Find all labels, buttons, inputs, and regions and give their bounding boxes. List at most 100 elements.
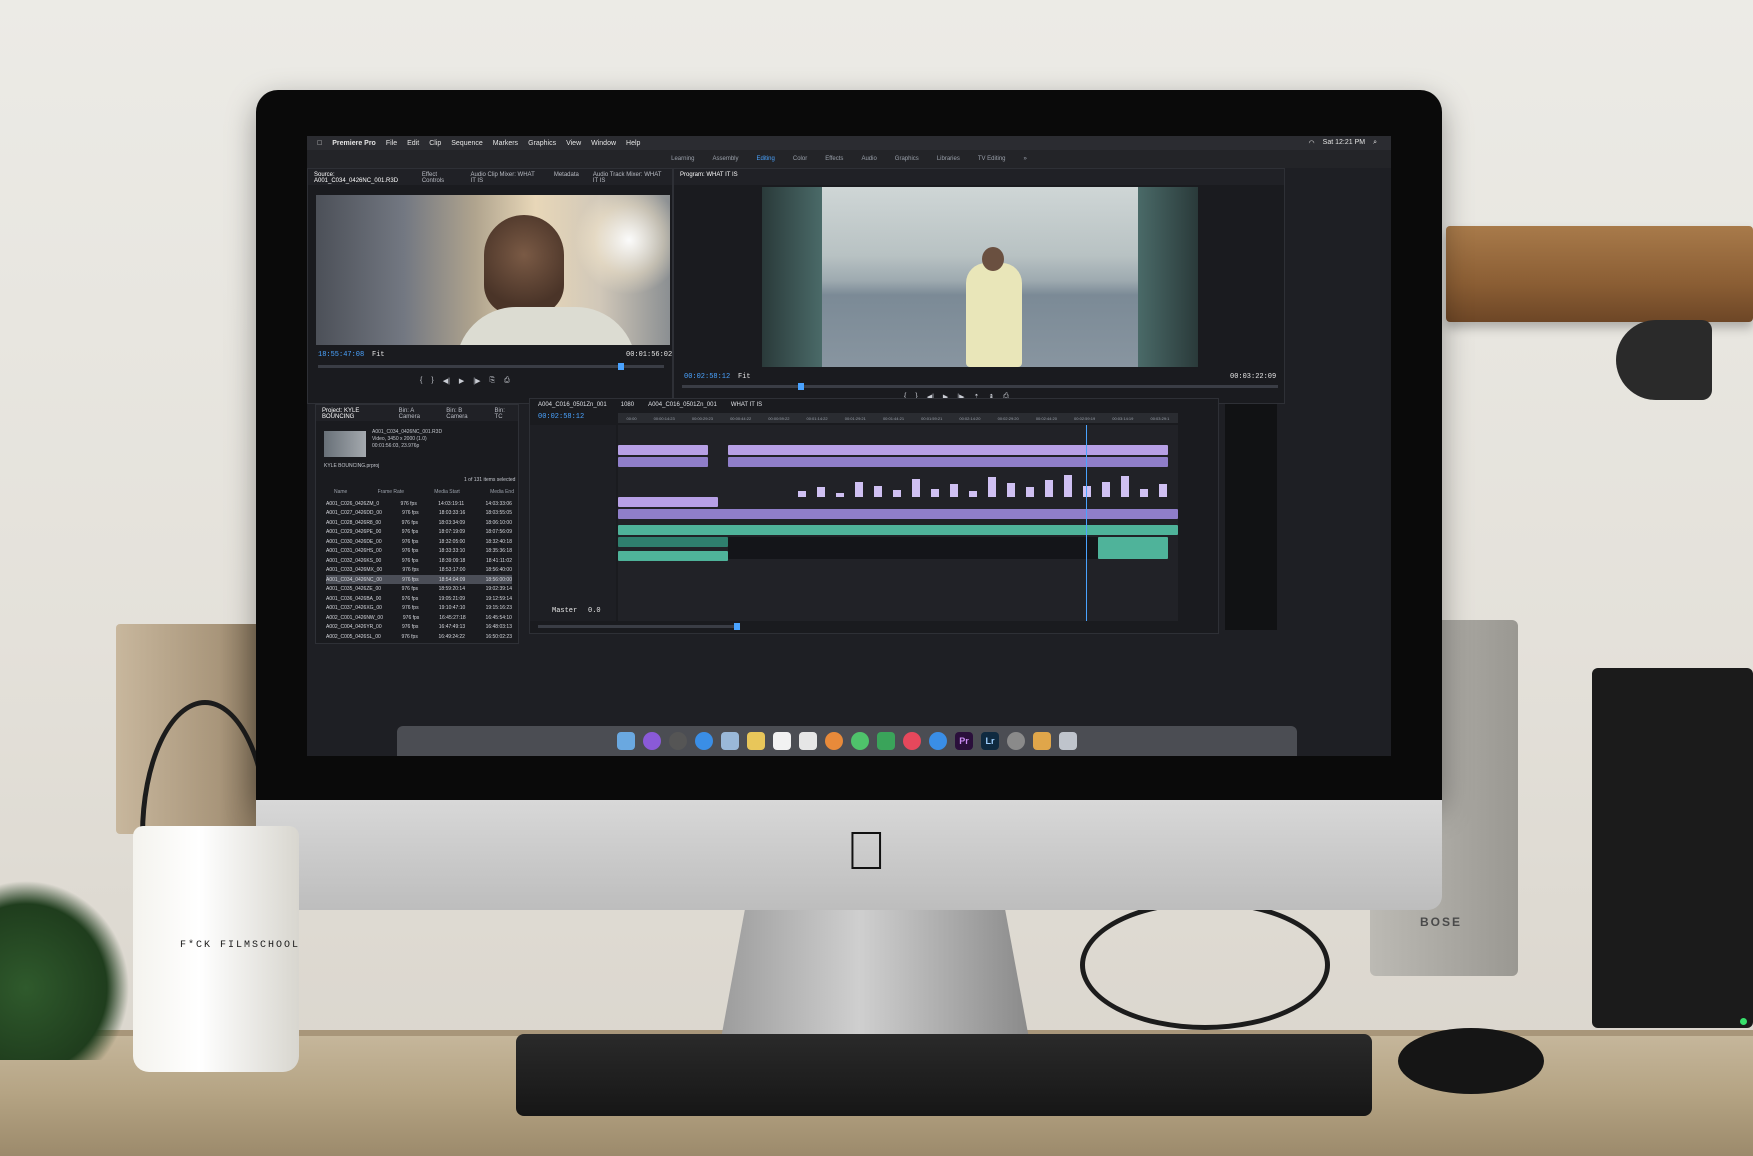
table-row[interactable]: A001_C028_0426R8_00 976 fps 18:03:34:09 18:…: [326, 518, 512, 527]
trash-icon[interactable]: [1059, 732, 1077, 750]
tab-metadata[interactable]: Metadata: [554, 172, 579, 182]
numbers-icon[interactable]: [877, 732, 895, 750]
col-media-start[interactable]: Media Start: [434, 489, 460, 495]
source-zoom-select[interactable]: Fit: [372, 351, 385, 359]
menu-graphics[interactable]: Graphics: [528, 140, 556, 147]
menubar-clock[interactable]: Sat 12:21 PM: [1323, 139, 1365, 147]
program-scrubber[interactable]: [682, 383, 1278, 390]
timeline-zoom-scroll[interactable]: [538, 623, 740, 630]
tab-audio-clip-mixer[interactable]: Audio Clip Mixer: WHAT IT IS: [471, 172, 540, 184]
apple-menu-icon[interactable]: : [317, 140, 322, 147]
more-workspaces-icon[interactable]: »: [1024, 156, 1027, 162]
menu-view[interactable]: View: [566, 140, 581, 147]
table-row[interactable]: A001_C032_0426KS_00 976 fps 18:39:09:18 18:…: [326, 556, 512, 565]
table-row[interactable]: A001_C029_0426PE_00 976 fps 18:07:19:09 18:…: [326, 528, 512, 537]
workspace-tab-assembly[interactable]: Assembly: [712, 156, 738, 162]
safari-icon[interactable]: [695, 732, 713, 750]
tab-source[interactable]: Source: A001_C034_0426NC_001.R3D: [314, 172, 408, 184]
folder-icon[interactable]: [1033, 732, 1051, 750]
launchpad-icon[interactable]: [669, 732, 687, 750]
premiere-pro-icon[interactable]: Pr: [955, 732, 973, 750]
menu-clip[interactable]: Clip: [429, 140, 441, 147]
source-timecode[interactable]: 18:55:47:08: [318, 351, 364, 359]
siri-icon[interactable]: [643, 732, 661, 750]
tab-bin-a[interactable]: Bin: A Camera: [399, 408, 433, 420]
workspace-tab-learning[interactable]: Learning: [671, 156, 694, 162]
table-row[interactable]: A001_C030_0426DE_00 976 fps 18:32:05:00 18:…: [326, 537, 512, 546]
table-row[interactable]: A001_C034_0426NC_00 976 fps 18:54:04:09 18:…: [326, 575, 512, 584]
workspace-tab-color[interactable]: Color: [793, 156, 807, 162]
photos-icon[interactable]: [825, 732, 843, 750]
menu-sequence[interactable]: Sequence: [451, 140, 483, 147]
table-row[interactable]: A001_C035_0426ZE_00 976 fps 18:59:20:14 19:…: [326, 585, 512, 594]
menu-file[interactable]: File: [386, 140, 397, 147]
audio-clip[interactable]: [618, 537, 728, 547]
table-row[interactable]: A001_C026_0426ZM_0 976 fps 14:03:19:11 14:0…: [326, 499, 512, 508]
system-preferences-icon[interactable]: [1007, 732, 1025, 750]
workspace-tab-graphics[interactable]: Graphics: [895, 156, 919, 162]
reminders-icon[interactable]: [799, 732, 817, 750]
menu-app-name[interactable]: Premiere Pro: [332, 140, 376, 147]
menu-edit[interactable]: Edit: [407, 140, 419, 147]
lightroom-icon[interactable]: Lr: [981, 732, 999, 750]
mark-in-icon[interactable]: {: [420, 377, 422, 385]
title-clip[interactable]: [618, 509, 1178, 519]
workspace-tab-tv-editing[interactable]: TV Editing: [978, 156, 1006, 162]
mail-icon[interactable]: [721, 732, 739, 750]
audio-clip[interactable]: [1098, 537, 1168, 559]
col-name[interactable]: Name: [334, 489, 347, 495]
calendar-icon[interactable]: [773, 732, 791, 750]
source-video-frame[interactable]: [316, 195, 670, 345]
step-forward-icon[interactable]: |▶: [473, 377, 480, 385]
table-row[interactable]: A002_C005_0426SL_00 976 fps 16:49:24:22 16:…: [326, 632, 512, 641]
program-video-frame[interactable]: [762, 187, 1198, 367]
tab-sequence-1[interactable]: A004_C016_0501Zn_001: [538, 402, 607, 408]
tab-sequence-active[interactable]: WHAT IT IS: [731, 402, 762, 408]
tab-bin-b[interactable]: Bin: B Camera: [446, 408, 480, 420]
messages-icon[interactable]: [851, 732, 869, 750]
workspace-tab-audio[interactable]: Audio: [861, 156, 876, 162]
table-row[interactable]: A001_C037_0426XG_00 976 fps 19:10:47:10 19:…: [326, 604, 512, 613]
program-timecode[interactable]: 00:02:58:12: [684, 373, 730, 381]
workspace-tab-editing[interactable]: Editing: [757, 156, 775, 162]
step-back-icon[interactable]: ◀|: [443, 377, 450, 385]
audio-clip[interactable]: [618, 525, 1178, 535]
source-scrubber[interactable]: [318, 363, 664, 370]
video-clip[interactable]: [728, 445, 1168, 455]
col-media-end[interactable]: Media End: [490, 489, 514, 495]
title-clip[interactable]: [618, 497, 718, 507]
tab-audio-track-mixer[interactable]: Audio Track Mixer: WHAT IT IS: [593, 172, 666, 184]
search-icon[interactable]: ⌕: [1373, 139, 1377, 147]
timeline-tracks[interactable]: [618, 425, 1178, 621]
timeline-playhead[interactable]: [1085, 425, 1087, 621]
timeline-ruler[interactable]: 00:00 00:00:14:23 00:00:29:23 00:00:44:22 00…: [618, 413, 1178, 423]
tab-project[interactable]: Project: KYLE BOUNCING: [322, 408, 385, 420]
tab-sequence-3[interactable]: A004_C016_0501Zn_001: [648, 402, 717, 408]
insert-icon[interactable]: ⎘: [489, 377, 495, 385]
menu-markers[interactable]: Markers: [493, 140, 518, 147]
music-icon[interactable]: [903, 732, 921, 750]
table-row[interactable]: A001_C031_0426HS_00 976 fps 18:33:33:10 18:…: [326, 547, 512, 556]
wifi-icon[interactable]: ◠: [1309, 139, 1315, 147]
video-clip[interactable]: [618, 445, 708, 455]
video-clip[interactable]: [618, 457, 708, 467]
col-frame-rate[interactable]: Frame Rate: [378, 489, 404, 495]
menu-help[interactable]: Help: [626, 140, 640, 147]
workspace-tab-effects[interactable]: Effects: [825, 156, 843, 162]
tab-bin-tc[interactable]: Bin: TC: [495, 408, 512, 420]
app-store-icon[interactable]: [929, 732, 947, 750]
finder-icon[interactable]: [617, 732, 635, 750]
table-row[interactable]: A001_C027_0426DD_00 976 fps 18:03:33:16 18:…: [326, 509, 512, 518]
timeline-timecode[interactable]: 00:02:58:12: [538, 413, 584, 421]
video-clip[interactable]: [728, 457, 1168, 467]
audio-clip[interactable]: [618, 551, 728, 561]
tab-sequence-2[interactable]: 1080: [621, 402, 634, 408]
tab-program[interactable]: Program: WHAT IT IS: [680, 172, 738, 182]
menu-window[interactable]: Window: [591, 140, 616, 147]
table-row[interactable]: A001_C033_0426MX_00 976 fps 18:53:17:00 18:…: [326, 566, 512, 575]
master-value[interactable]: 0.0: [588, 607, 601, 615]
mark-out-icon[interactable]: }: [431, 377, 433, 385]
export-frame-icon[interactable]: ⎙: [504, 377, 510, 385]
tab-effect-controls[interactable]: Effect Controls: [422, 172, 457, 184]
clip-preview-thumbnail[interactable]: [324, 431, 366, 457]
